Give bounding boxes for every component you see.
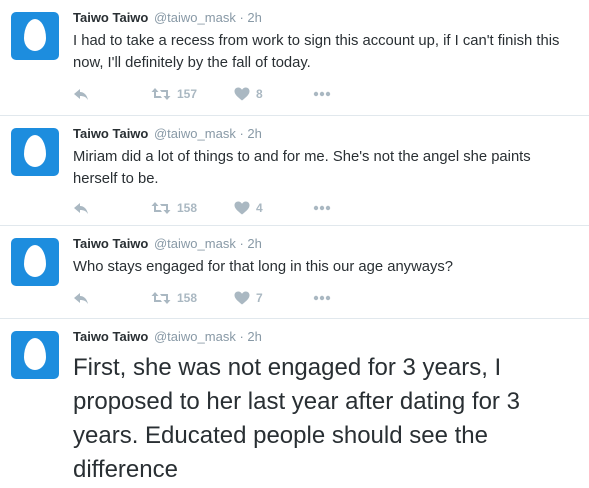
egg-icon <box>24 245 46 277</box>
like-button[interactable]: 8 <box>234 84 263 104</box>
more-button[interactable] <box>313 288 331 308</box>
heart-icon <box>234 87 250 101</box>
tweet-text: Miriam did a lot of things to and for me… <box>73 149 531 187</box>
tweet-text: First, she was not engaged for 3 years, … <box>73 354 520 483</box>
retweet-icon <box>151 88 171 100</box>
egg-icon <box>24 338 46 370</box>
reply-icon <box>74 203 88 214</box>
egg-icon <box>24 19 46 51</box>
retweet-button[interactable]: 158 <box>151 288 197 308</box>
tweet-header: Taiwo Taiwo @taiwo_mask · 2h <box>73 126 262 141</box>
retweet-count: 157 <box>177 87 198 101</box>
more-dots-icon <box>313 205 331 211</box>
user-handle[interactable]: @taiwo_mask <box>154 236 236 251</box>
tweet-header: Taiwo Taiwo @taiwo_mask · 2h <box>73 236 262 251</box>
avatar[interactable] <box>11 128 59 176</box>
timestamp[interactable]: 2h <box>247 236 261 251</box>
like-count: 4 <box>256 201 263 215</box>
more-dots-icon <box>313 91 331 97</box>
reply-icon <box>74 293 88 304</box>
heart-icon <box>234 291 250 305</box>
like-button[interactable]: 4 <box>234 198 263 218</box>
tweet[interactable]: Taiwo Taiwo @taiwo_mask · 2h Who stays e… <box>0 226 589 319</box>
avatar[interactable] <box>11 238 59 286</box>
timestamp[interactable]: 2h <box>247 10 261 25</box>
avatar[interactable] <box>11 12 59 60</box>
tweet[interactable]: Taiwo Taiwo @taiwo_mask · 2h Miriam did … <box>0 116 589 226</box>
avatar[interactable] <box>11 331 59 379</box>
more-button[interactable] <box>313 198 331 218</box>
retweet-icon <box>151 202 171 214</box>
more-dots-icon <box>313 295 331 301</box>
tweet-actions: 158 7 <box>73 288 373 308</box>
like-count: 7 <box>256 291 263 305</box>
tweet-header: Taiwo Taiwo @taiwo_mask · 2h <box>73 10 262 25</box>
retweet-button[interactable]: 157 <box>151 84 197 104</box>
user-handle[interactable]: @taiwo_mask <box>154 329 236 344</box>
more-button[interactable] <box>313 84 331 104</box>
reply-button[interactable] <box>73 288 89 308</box>
egg-icon <box>24 135 46 167</box>
tweet-text: I had to take a recess from work to sign… <box>73 33 560 71</box>
separator: · <box>239 126 244 141</box>
tweet-feed: Taiwo Taiwo @taiwo_mask · 2h I had to ta… <box>0 0 589 488</box>
tweet-header: Taiwo Taiwo @taiwo_mask · 2h <box>73 329 262 344</box>
tweet-actions: 157 8 <box>73 84 373 104</box>
reply-icon <box>74 89 88 100</box>
tweet-actions: 158 4 <box>73 198 373 218</box>
display-name[interactable]: Taiwo Taiwo <box>73 10 148 25</box>
display-name[interactable]: Taiwo Taiwo <box>73 126 148 141</box>
tweet[interactable]: Taiwo Taiwo @taiwo_mask · 2h I had to ta… <box>0 0 589 116</box>
reply-button[interactable] <box>73 198 89 218</box>
tweet-text: Who stays engaged for that long in this … <box>73 259 454 275</box>
reply-button[interactable] <box>73 84 89 104</box>
user-handle[interactable]: @taiwo_mask <box>154 10 236 25</box>
retweet-button[interactable]: 158 <box>151 198 197 218</box>
heart-icon <box>234 201 250 215</box>
retweet-count: 158 <box>177 201 198 215</box>
timestamp[interactable]: 2h <box>247 329 261 344</box>
retweet-icon <box>151 292 171 304</box>
user-handle[interactable]: @taiwo_mask <box>154 126 236 141</box>
separator: · <box>239 236 244 251</box>
timestamp[interactable]: 2h <box>247 126 261 141</box>
like-count: 8 <box>256 87 263 101</box>
separator: · <box>239 329 244 344</box>
tweet[interactable]: Taiwo Taiwo @taiwo_mask · 2h First, she … <box>0 319 589 488</box>
like-button[interactable]: 7 <box>234 288 263 308</box>
display-name[interactable]: Taiwo Taiwo <box>73 236 148 251</box>
retweet-count: 158 <box>177 291 198 305</box>
display-name[interactable]: Taiwo Taiwo <box>73 329 148 344</box>
separator: · <box>239 10 244 25</box>
